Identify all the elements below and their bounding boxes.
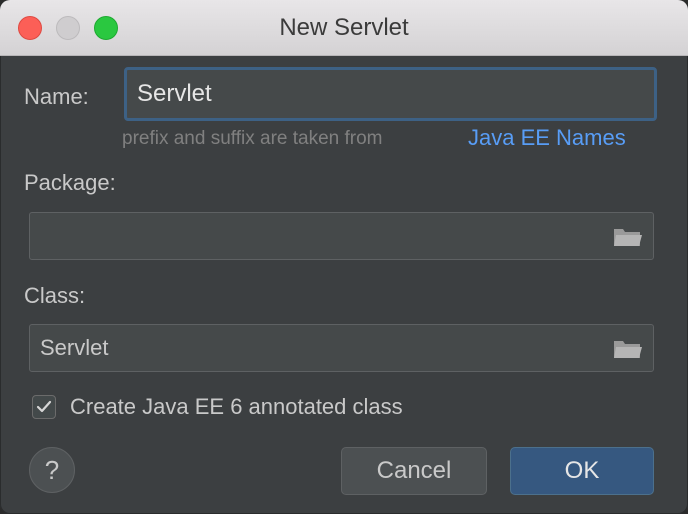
java-ee-names-link[interactable]: Java EE Names bbox=[468, 125, 626, 151]
package-field[interactable] bbox=[29, 212, 654, 260]
cancel-button[interactable]: Cancel bbox=[341, 447, 487, 495]
help-button[interactable]: ? bbox=[29, 447, 75, 493]
ok-button[interactable]: OK bbox=[510, 447, 654, 495]
class-field[interactable]: Servlet bbox=[29, 324, 654, 372]
folder-icon[interactable] bbox=[613, 226, 643, 248]
window-title: New Servlet bbox=[279, 14, 409, 41]
class-label: Class: bbox=[24, 283, 86, 308]
annotated-class-label[interactable]: Create Java EE 6 annotated class bbox=[70, 394, 403, 420]
new-servlet-dialog: New Servlet Name: prefix and suffix are … bbox=[0, 0, 688, 514]
name-label: Name: bbox=[24, 84, 89, 109]
folder-icon[interactable] bbox=[613, 338, 643, 360]
annotated-class-checkbox[interactable] bbox=[32, 395, 56, 419]
checkmark-icon bbox=[36, 400, 52, 413]
title-bar: New Servlet bbox=[0, 0, 688, 56]
package-label: Package: bbox=[24, 170, 116, 195]
class-value: Servlet bbox=[40, 335, 109, 360]
name-input[interactable] bbox=[124, 67, 657, 121]
name-hint-text: prefix and suffix are taken from bbox=[122, 128, 383, 149]
